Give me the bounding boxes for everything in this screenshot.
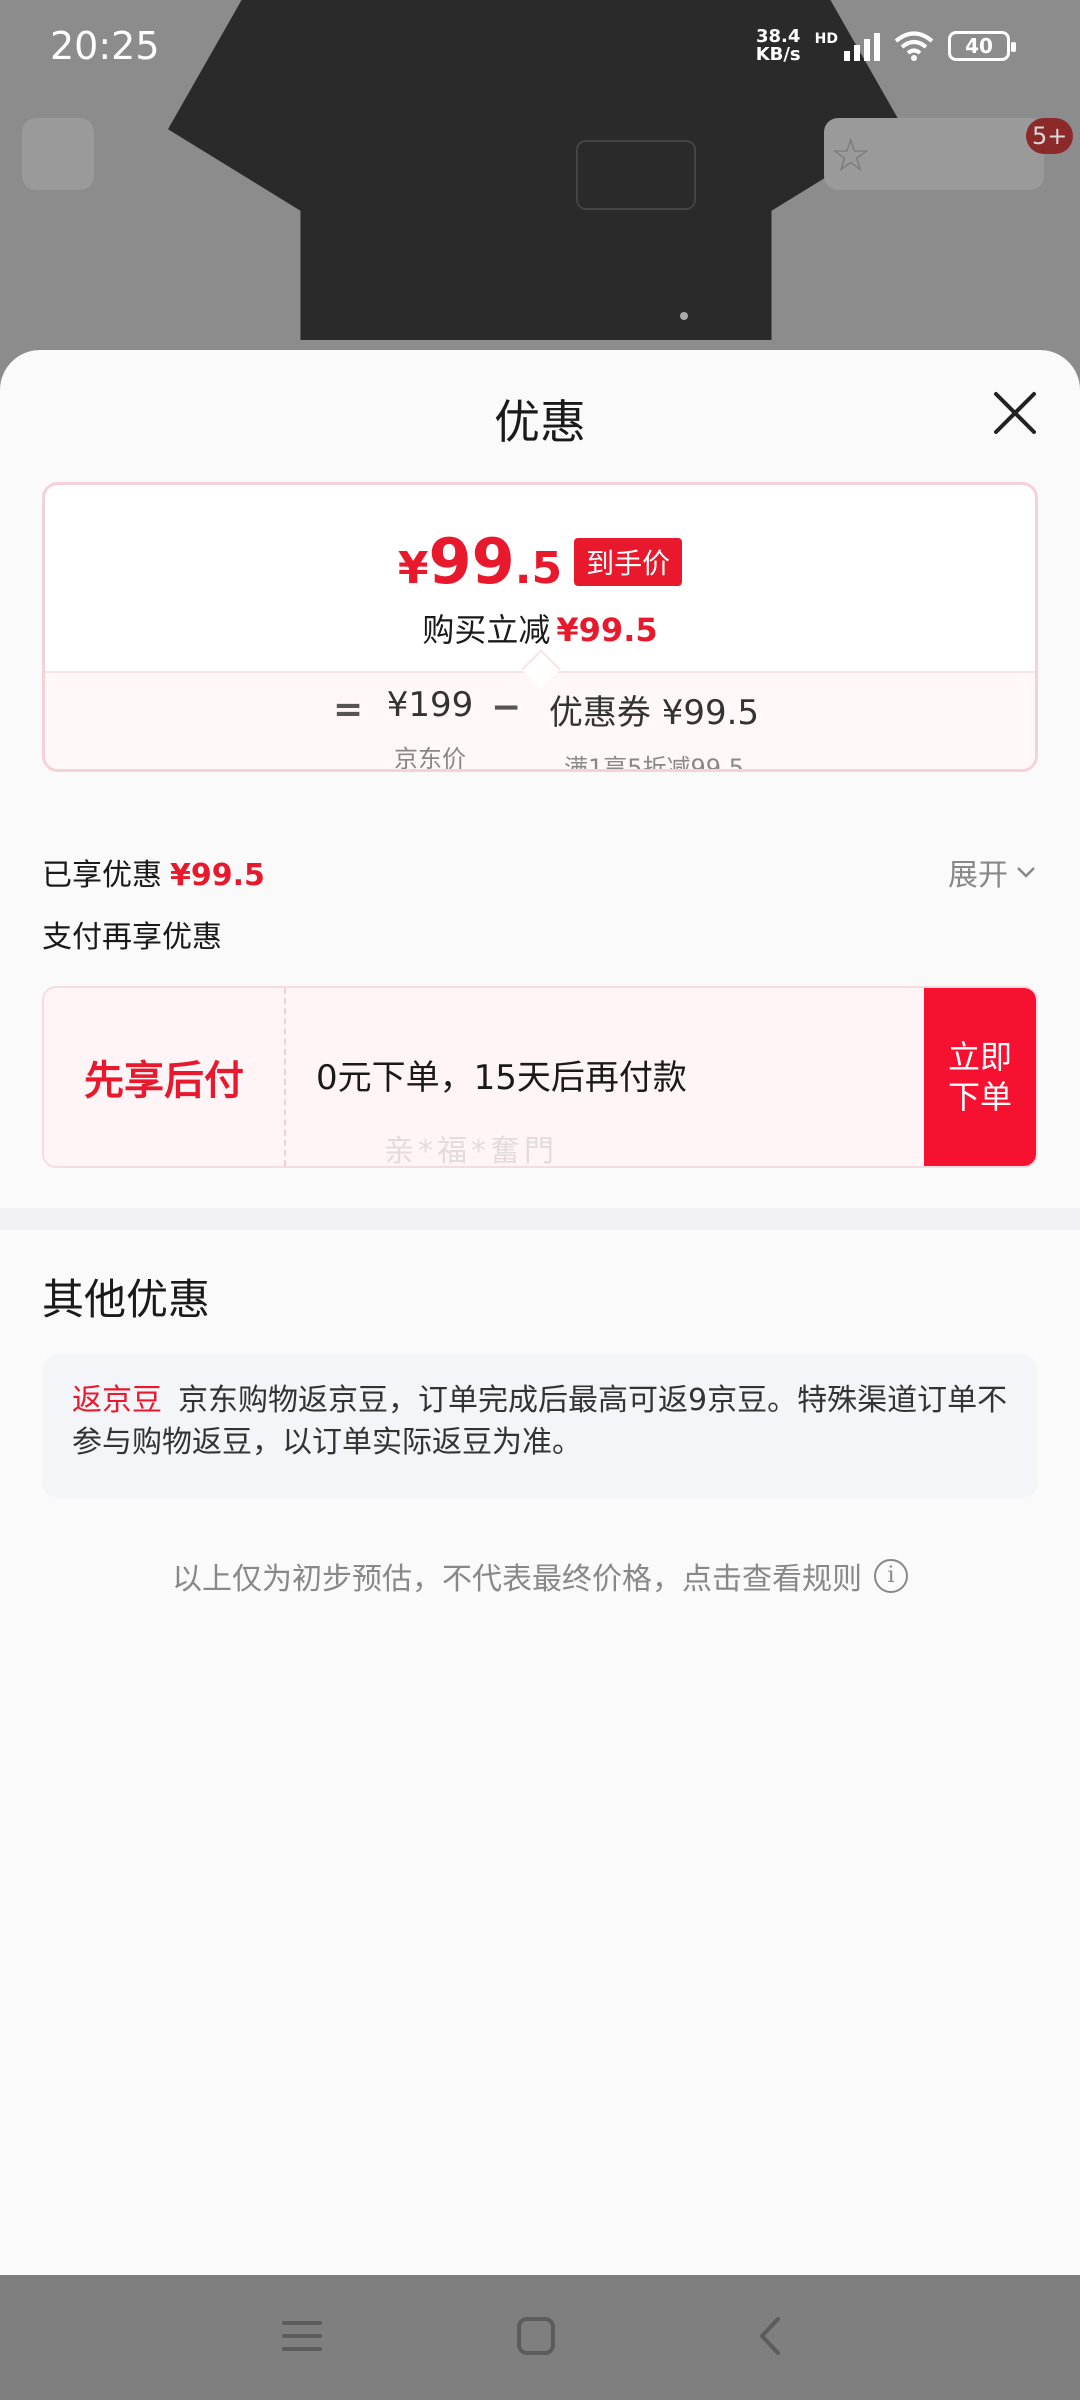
coupon-rule: 满1享5折减99.5 (564, 754, 744, 772)
order-now-button[interactable]: 立即 下单 (924, 988, 1036, 1166)
back-icon[interactable] (740, 2311, 800, 2361)
final-price: ¥99.5 (398, 525, 562, 598)
network-speed-unit: KB/s (755, 44, 801, 65)
cart-count-badge: 5+ (1026, 118, 1074, 154)
chevron-down-icon (1017, 867, 1035, 878)
app-root: ☆ 5+ 20:25 38.4 KB/s HD 40 优惠 ¥99.5 到手价 … (0, 0, 1080, 2400)
disclaimer-text: 以上仅为初步预估，不代表最终价格，点击查看规则 (172, 1562, 862, 1597)
system-nav-bar (0, 2275, 1080, 2400)
final-price-currency: ¥ (397, 543, 429, 594)
info-icon: i (874, 1559, 908, 1593)
enjoyed-discount: 已享优惠 ¥99.5 (42, 850, 265, 894)
jd-bean-text: 京东购物返京豆，订单完成后最高可返9京豆。特殊渠道订单不参与购物返豆，以订单实际… (72, 1383, 1008, 1460)
menu-icon[interactable] (272, 2311, 332, 2361)
pay-later-name: 先享后付 (84, 1058, 244, 1104)
signal-icon (844, 31, 880, 61)
instant-discount-value: ¥99.5 (556, 611, 658, 649)
pay-later-card[interactable]: 先享后付 0元下单，15天后再付款 亲*福*奮門 立即 下单 (42, 986, 1038, 1168)
price-breakdown-card: ¥99.5 到手价 购买立减 ¥99.5 = ¥199 京东价 − 优惠券 ¥99… (42, 482, 1038, 772)
close-icon[interactable] (990, 388, 1040, 438)
battery-icon: 40 (948, 31, 1016, 61)
jd-price-label: 京东价 (394, 745, 466, 772)
watermark: 亲*福*奮門 (384, 1134, 558, 1168)
section-divider (0, 1208, 1080, 1230)
formula-minus: − (491, 687, 522, 728)
jd-bean-card: 返京豆 京东购物返京豆，订单完成后最高可返9京豆。特殊渠道订单不参与购物返豆，以订… (42, 1354, 1038, 1498)
status-bar: 20:25 38.4 KB/s HD 40 (0, 0, 1080, 96)
network-type-label: HD (814, 31, 838, 47)
product-image-button (680, 312, 688, 320)
final-price-tag: 到手价 (574, 537, 683, 586)
enjoyed-discount-label: 已享优惠 (42, 858, 162, 893)
pay-discount-title: 支付再享优惠 (42, 920, 222, 955)
status-icons: 38.4 KB/s HD 40 (756, 28, 1016, 64)
expand-label: 展开 (948, 858, 1008, 893)
expand-button[interactable]: 展开 (948, 850, 1038, 894)
final-price-decimal: .5 (514, 543, 563, 594)
coupon-value: 优惠券 ¥99.5 (548, 693, 760, 733)
other-discounts-title: 其他优惠 (42, 1275, 211, 1324)
jd-bean-tag: 返京豆 (72, 1383, 162, 1418)
final-price-row: ¥99.5 到手价 (45, 525, 1035, 598)
rules-disclaimer[interactable]: 以上仅为初步预估，不代表最终价格，点击查看规则 i (0, 1554, 1080, 1598)
pay-later-description: 0元下单，15天后再付款 (316, 1058, 687, 1098)
coupon-item: 优惠券 ¥99.5 满1享5折减99.5 (539, 685, 769, 772)
jd-price-item: ¥199 京东价 (385, 685, 475, 772)
star-icon: ☆ (830, 128, 872, 182)
enjoyed-discount-value: ¥99.5 (170, 858, 265, 893)
home-icon[interactable] (506, 2311, 566, 2361)
jd-price-value: ¥199 (386, 685, 474, 725)
status-time: 20:25 (50, 24, 160, 68)
order-now-line1: 立即 (947, 1038, 1012, 1076)
final-price-integer: 99 (428, 525, 515, 598)
background-back-button (22, 118, 94, 190)
discount-sheet: 优惠 ¥99.5 到手价 购买立减 ¥99.5 = ¥199 京东价 − 优惠券… (0, 350, 1080, 2275)
price-formula: = ¥199 京东价 − 优惠券 ¥99.5 满1享5折减99.5 (45, 685, 1035, 769)
wifi-icon (894, 31, 934, 61)
network-speed: 38.4 KB/s (756, 28, 801, 64)
product-image-pocket (576, 140, 696, 210)
order-now-line2: 下单 (947, 1078, 1012, 1116)
instant-discount-row: 购买立减 ¥99.5 (45, 605, 1035, 651)
instant-discount-label: 购买立减 (422, 611, 551, 649)
pay-later-divider (284, 988, 286, 1166)
formula-equals: = (333, 689, 364, 730)
sheet-title: 优惠 (494, 395, 586, 449)
